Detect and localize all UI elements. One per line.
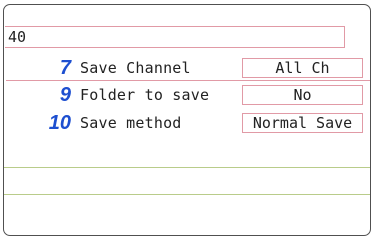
row-divider xyxy=(6,80,370,81)
setting-row-save-channel: 7 Save Channel All Ch xyxy=(4,57,370,79)
setting-label: Save Channel xyxy=(80,59,191,77)
setting-label: Save method xyxy=(80,114,182,132)
separator-line xyxy=(4,194,370,195)
folder-to-save-select[interactable]: No xyxy=(242,85,363,105)
setting-label: Folder to save xyxy=(80,86,210,104)
save-channel-select[interactable]: All Ch xyxy=(242,58,363,78)
setting-number: 9 xyxy=(59,84,71,106)
setting-row-save-method: 10 Save method Normal Save xyxy=(4,112,370,134)
setting-number: 7 xyxy=(59,57,71,79)
top-value-field[interactable]: 40 xyxy=(5,26,345,48)
separator-line xyxy=(4,167,370,168)
setting-number: 10 xyxy=(48,112,71,134)
save-method-select[interactable]: Normal Save xyxy=(242,113,363,133)
setting-row-folder-to-save: 9 Folder to save No xyxy=(4,84,370,106)
settings-panel: 40 7 Save Channel All Ch 9 Folder to sav… xyxy=(3,4,371,236)
